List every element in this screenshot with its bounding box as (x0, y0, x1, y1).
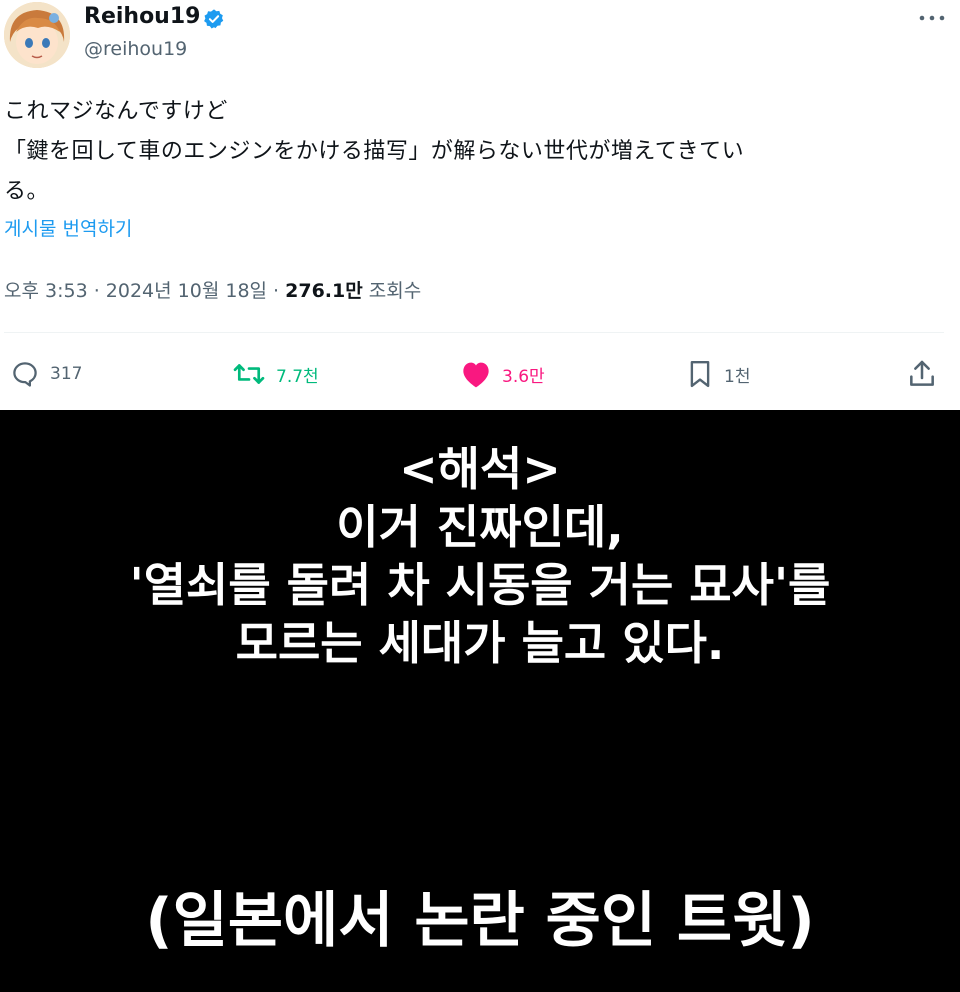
retweet-button[interactable]: 7.7천 (232, 358, 319, 390)
reply-count: 317 (50, 364, 83, 384)
caption-footer: (일본에서 논란 중인 트윗) (145, 886, 815, 956)
translation-caption: <해석> 이거 진짜인데, '열쇠를 돌려 차 시동을 거는 묘사'를 모르는 … (0, 440, 960, 672)
tweet-body-line: る。 (4, 179, 50, 204)
display-name[interactable]: Reihou19 (84, 4, 200, 29)
avatar[interactable] (4, 2, 70, 68)
verified-badge-icon (204, 9, 224, 29)
tweet-body-line: 「鍵を回して車のエンジンをかける描写」が解らない世代が増えてきてい (4, 139, 745, 164)
bookmark-count: 1천 (724, 366, 751, 387)
handle[interactable]: @reihou19 (84, 38, 187, 60)
caption-line: 모르는 세대가 늘고 있다. (235, 616, 725, 670)
caption-heading: <해석> (399, 442, 561, 496)
heart-icon (463, 362, 489, 388)
like-count: 3.6만 (502, 366, 545, 387)
tweet-meta: 오후 3:53 · 2024년 10월 18일 · 276.1만 조회수 (4, 276, 421, 303)
views-label: 조회수 (362, 280, 422, 302)
caption-line: 이거 진짜인데, (336, 500, 624, 554)
reply-button[interactable]: 317 (10, 358, 82, 390)
bookmark-icon (690, 360, 710, 388)
tweet-body-line: これマジなんですけど (4, 99, 228, 124)
caption-line: '열쇠를 돌려 차 시동을 거는 묘사'를 (129, 558, 831, 612)
reply-icon (13, 362, 37, 387)
retweet-icon (233, 364, 265, 384)
like-button[interactable]: 3.6만 (460, 358, 545, 390)
share-icon (910, 360, 934, 386)
tweet-card: Reihou19 @reihou19 これマジなんですけど 「鍵を回して車のエン… (0, 0, 960, 410)
timestamp[interactable]: 오후 3:53 · 2024년 10월 18일 · (4, 280, 285, 302)
bookmark-button[interactable]: 1천 (686, 358, 750, 390)
translate-post-link[interactable]: 게시물 번역하기 (4, 214, 132, 241)
share-button[interactable] (906, 358, 938, 390)
tweet-body: これマジなんですけど 「鍵を回して車のエンジンをかける描写」が解らない世代が増え… (4, 92, 949, 212)
views-count: 276.1만 (285, 280, 363, 302)
more-options-icon[interactable] (916, 10, 948, 26)
retweet-count: 7.7천 (276, 366, 319, 387)
divider (4, 332, 944, 333)
